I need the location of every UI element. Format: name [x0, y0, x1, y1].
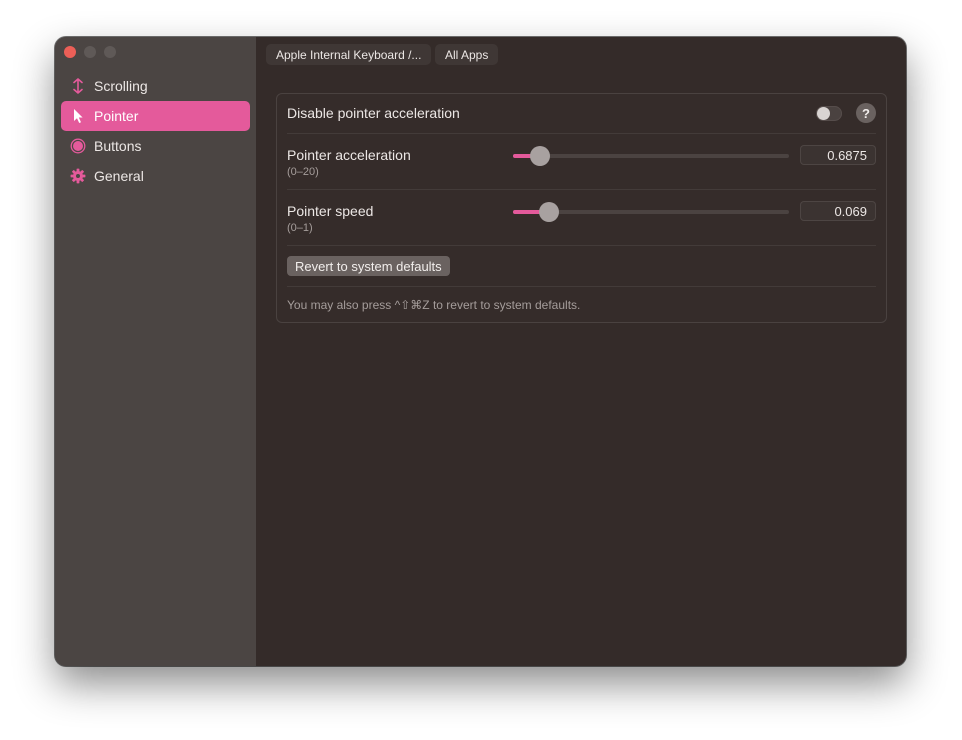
- sidebar-item-label: General: [94, 168, 144, 184]
- speed-range: (0–1): [287, 222, 313, 234]
- speed-value-field[interactable]: 0.069: [800, 201, 876, 221]
- minimize-button[interactable]: [84, 46, 96, 58]
- accel-value-field[interactable]: 0.6875: [800, 145, 876, 165]
- divider: [287, 286, 876, 287]
- content-pane: Apple Internal Keyboard /... All Apps Di…: [256, 37, 906, 666]
- pointer-settings-card: Disable pointer acceleration ? Pointer a…: [276, 93, 887, 323]
- sidebar-item-pointer[interactable]: Pointer: [61, 101, 250, 131]
- arrow-up-down-icon: [70, 78, 86, 94]
- disable-accel-toggle[interactable]: [816, 106, 842, 121]
- divider: [287, 133, 876, 134]
- cursor-arrow-icon: [70, 108, 86, 124]
- accel-range: (0–20): [287, 166, 319, 178]
- circle-button-icon: [70, 138, 86, 154]
- app-selector[interactable]: All Apps: [435, 44, 499, 65]
- sidebar-item-buttons[interactable]: Buttons: [61, 131, 250, 161]
- sidebar-item-general[interactable]: General: [61, 161, 250, 191]
- window-controls: [64, 46, 116, 58]
- divider: [287, 189, 876, 190]
- slider-thumb[interactable]: [529, 146, 550, 166]
- disable-accel-label: Disable pointer acceleration: [287, 105, 460, 121]
- device-selector[interactable]: Apple Internal Keyboard /...: [266, 44, 432, 65]
- sidebar-nav: Scrolling Pointer Buttons General: [61, 71, 250, 191]
- app-window: Scrolling Pointer Buttons General Apple …: [55, 37, 906, 666]
- sidebar-item-label: Scrolling: [94, 78, 148, 94]
- slider-track: [513, 154, 789, 158]
- sidebar-item-label: Pointer: [94, 108, 139, 124]
- slider-thumb[interactable]: [538, 202, 559, 222]
- sidebar-item-scrolling[interactable]: Scrolling: [61, 71, 250, 101]
- toggle-knob: [817, 107, 830, 120]
- revert-hint-text: You may also press ^⇧⌘Z to revert to sys…: [287, 298, 581, 312]
- gear-icon: [70, 168, 86, 184]
- accel-slider[interactable]: [513, 146, 789, 166]
- help-button[interactable]: ?: [856, 103, 876, 123]
- sidebar: Scrolling Pointer Buttons General: [55, 37, 256, 666]
- revert-defaults-button[interactable]: Revert to system defaults: [287, 256, 450, 276]
- speed-slider[interactable]: [513, 202, 789, 222]
- close-button[interactable]: [64, 46, 76, 58]
- sidebar-item-label: Buttons: [94, 138, 142, 154]
- divider: [287, 245, 876, 246]
- zoom-button[interactable]: [104, 46, 116, 58]
- disable-accel-row: Disable pointer acceleration: [287, 105, 876, 121]
